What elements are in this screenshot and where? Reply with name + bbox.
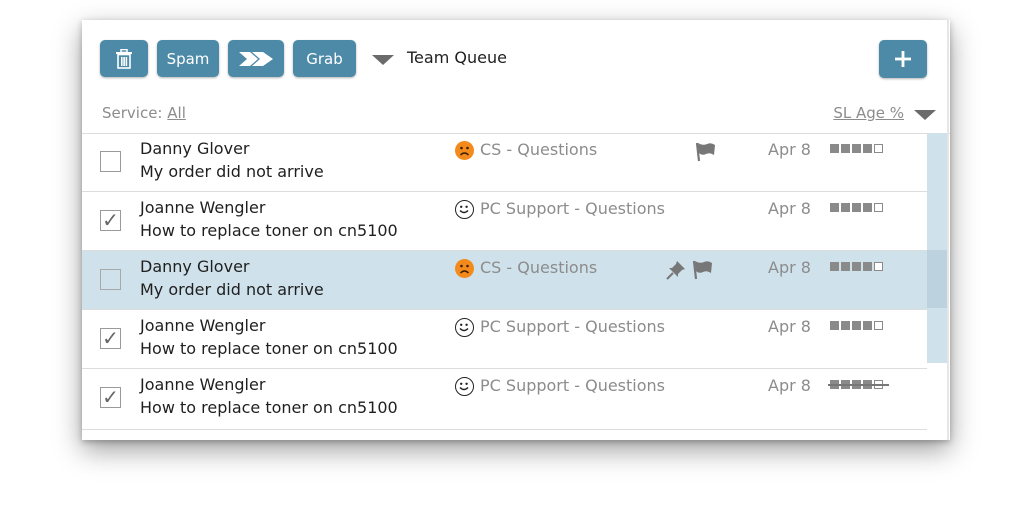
row-checkbox[interactable]: ✓	[100, 210, 121, 231]
customer-name: Danny Glover	[140, 139, 250, 158]
customer-name: Danny Glover	[140, 257, 250, 276]
service-filter: Service: All	[102, 104, 186, 122]
sl-age-meter	[830, 203, 883, 212]
service-name: PC Support - Questions	[480, 376, 665, 395]
customer-name: Joanne Wengler	[140, 198, 266, 217]
flag-icon[interactable]	[694, 141, 718, 163]
double-arrow-forward-icon	[239, 51, 273, 66]
forward-button[interactable]	[228, 40, 284, 77]
row-checkbox[interactable]: ✓	[100, 328, 121, 349]
plus-icon	[895, 51, 911, 67]
service-name: PC Support - Questions	[480, 199, 665, 218]
sl-age-meter	[830, 144, 883, 153]
panel-right-border	[947, 20, 949, 440]
scrollbar-track[interactable]	[927, 133, 947, 363]
delete-button[interactable]	[100, 40, 148, 77]
queue-selector-label[interactable]: Team Queue	[407, 48, 507, 67]
sl-age-meter	[830, 321, 883, 330]
ticket-row-selected[interactable]: Danny Glover My order did not arrive CS …	[82, 251, 927, 310]
row-checkbox[interactable]	[100, 269, 121, 290]
sort-by-sl-age[interactable]: SL Age %	[833, 104, 904, 122]
ticket-row[interactable]: ✓ Joanne Wengler How to replace toner on…	[82, 192, 927, 251]
service-name: PC Support - Questions	[480, 317, 665, 336]
spam-button-label: Spam	[166, 49, 210, 68]
customer-name: Joanne Wengler	[140, 375, 266, 394]
smile-face-icon	[455, 377, 474, 396]
pin-icon[interactable]	[665, 259, 687, 281]
sort-dropdown-icon[interactable]	[914, 110, 936, 120]
frown-face-icon	[455, 141, 474, 160]
ticket-date: Apr 8	[768, 140, 811, 159]
smile-face-icon	[455, 200, 474, 219]
frown-face-icon	[455, 259, 474, 278]
ticket-date: Apr 8	[768, 199, 811, 218]
ticket-subject: How to replace toner on cn5100	[140, 221, 398, 240]
scrollbar-thumb[interactable]	[927, 250, 947, 308]
sl-age-meter-overdue	[828, 380, 889, 389]
queue-panel: Spam Grab Team Queue Service: All SL Age…	[82, 20, 950, 440]
row-checkbox[interactable]: ✓	[100, 387, 121, 408]
ticket-row[interactable]: Danny Glover My order did not arrive CS …	[82, 133, 927, 192]
spam-button[interactable]: Spam	[157, 40, 219, 77]
smile-face-icon	[455, 318, 474, 337]
grab-button-label: Grab	[306, 49, 343, 68]
service-filter-label: Service:	[102, 104, 163, 122]
flag-icon[interactable]	[691, 259, 715, 281]
service-filter-value[interactable]: All	[167, 104, 186, 122]
grab-button[interactable]: Grab	[293, 40, 356, 77]
add-button[interactable]	[879, 40, 927, 78]
ticket-subject: How to replace toner on cn5100	[140, 398, 398, 417]
customer-name: Joanne Wengler	[140, 316, 266, 335]
ticket-subject: My order did not arrive	[140, 280, 324, 299]
trash-icon	[116, 48, 132, 69]
ticket-list: Danny Glover My order did not arrive CS …	[82, 133, 927, 430]
ticket-subject: How to replace toner on cn5100	[140, 339, 398, 358]
row-checkbox[interactable]	[100, 151, 121, 172]
ticket-date: Apr 8	[768, 258, 811, 277]
ticket-row[interactable]: ✓ Joanne Wengler How to replace toner on…	[82, 310, 927, 369]
ticket-subject: My order did not arrive	[140, 162, 324, 181]
queue-dropdown-icon[interactable]	[372, 55, 394, 65]
ticket-date: Apr 8	[768, 317, 811, 336]
service-name: CS - Questions	[480, 140, 598, 159]
sl-age-meter	[830, 262, 883, 271]
ticket-date: Apr 8	[768, 376, 811, 395]
ticket-row[interactable]: ✓ Joanne Wengler How to replace toner on…	[82, 369, 927, 430]
service-name: CS - Questions	[480, 258, 598, 277]
